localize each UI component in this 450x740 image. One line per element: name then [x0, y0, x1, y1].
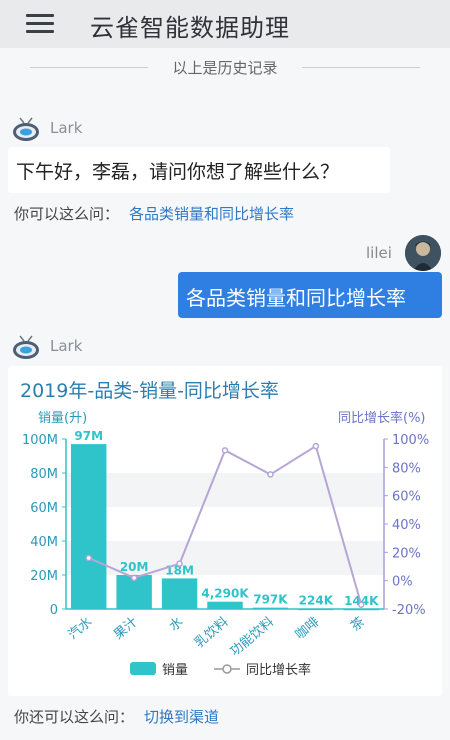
bot-name: Lark: [50, 119, 83, 137]
y-tick-label: 80M: [30, 467, 58, 482]
bar: [252, 607, 289, 610]
legend-line-marker: [222, 664, 232, 674]
y2-tick-label: 80%: [392, 461, 421, 476]
x-tick-label: 功能饮料: [228, 615, 277, 660]
x-tick-label: 汽水: [66, 615, 96, 643]
bar: [207, 601, 243, 609]
growth-rate-point: [312, 442, 320, 450]
bar-value-label: 20M: [120, 560, 149, 574]
y-axis-title: 销量(升): [38, 411, 87, 426]
bot-message-bubble: 下午好，李磊，请问你想了解些什么？: [8, 147, 390, 193]
app-header: 云雀智能数据助理: [0, 0, 450, 48]
bar: [161, 578, 198, 609]
legend-line-label: 同比增长率: [246, 662, 311, 678]
bar-value-label: 97M: [74, 429, 103, 443]
robot-avatar-icon: [13, 335, 39, 359]
bar: [298, 608, 334, 611]
user-avatar-image: [405, 235, 441, 271]
user-avatar: [405, 235, 441, 271]
growth-rate-point: [176, 560, 183, 567]
suggestion-link-2[interactable]: 切换到渠道: [144, 708, 219, 726]
y2-axis-title: 同比增长率(%): [338, 410, 426, 426]
user-message-text: 各品类销量和同比增长率: [186, 286, 406, 310]
suggestion-row: 你可以这么问： 各品类销量和同比增长率: [14, 203, 294, 224]
y-tick-label: 40M: [30, 535, 58, 550]
user-name: lilei: [366, 244, 392, 262]
x-tick-label: 乳饮料: [192, 615, 232, 652]
growth-rate-point: [85, 554, 92, 562]
suggestion-row-2: 你还可以这么问： 切换到渠道: [14, 706, 219, 727]
y-tick-label: 20M: [30, 569, 58, 584]
bot-name: Lark: [50, 337, 83, 355]
y2-tick-label: -20%: [392, 603, 426, 618]
bar: [343, 608, 380, 611]
growth-rate-point: [221, 447, 229, 454]
x-tick-label: 咖啡: [293, 615, 323, 643]
app-title: 云雀智能数据助理: [90, 14, 290, 42]
y-tick-label: 60M: [30, 501, 58, 516]
y2-tick-label: 40%: [392, 518, 421, 533]
y2-tick-label: 100%: [392, 433, 429, 448]
chart-card: 2019年-品类-销量-同比增长率 销量(升) 同比增长率(%) 0 20M 40M 60…: [8, 366, 442, 696]
bar-value-label: 4,290K: [201, 587, 249, 601]
growth-rate-point: [130, 574, 138, 582]
y2-tick-label: 20%: [392, 546, 421, 561]
x-tick-label: 水: [167, 615, 187, 635]
legend-bar-swatch: [130, 662, 156, 675]
robot-avatar-icon: [13, 117, 39, 141]
sales-growth-chart: 销量(升) 同比增长率(%) 0 20M 40M 60M 80M 100M -20% 0% 20% 4…: [22, 410, 429, 678]
history-divider: 以上是历史记录: [0, 56, 450, 78]
y2-tick-label: 60%: [392, 490, 421, 505]
suggestion-label: 你可以这么问：: [14, 205, 120, 223]
hamburger-menu-icon[interactable]: [26, 14, 56, 34]
growth-rate-point: [267, 471, 274, 478]
grid-band: [66, 473, 384, 507]
bar-value-label: 797K: [253, 593, 288, 607]
suggestion-label-2: 你还可以这么问：: [14, 708, 135, 726]
user-message-bubble[interactable]: 各品类销量和同比增长率: [178, 272, 442, 318]
legend-bar-label: 销量: [162, 663, 188, 678]
bar: [70, 444, 107, 609]
x-tick-label: 果汁: [111, 615, 141, 643]
history-label: 以上是历史记录: [172, 59, 278, 77]
growth-rate-point: [358, 601, 365, 608]
bar-value-label: 224K: [299, 594, 334, 608]
y-tick-label: 0: [50, 603, 58, 618]
x-tick-label: 茶: [348, 614, 368, 635]
y2-tick-label: 0%: [392, 575, 413, 590]
y-tick-label: 100M: [22, 433, 58, 448]
greeting-text: 下午好，李磊，请问你想了解些什么？: [16, 161, 340, 183]
suggestion-link[interactable]: 各品类销量和同比增长率: [129, 205, 294, 223]
